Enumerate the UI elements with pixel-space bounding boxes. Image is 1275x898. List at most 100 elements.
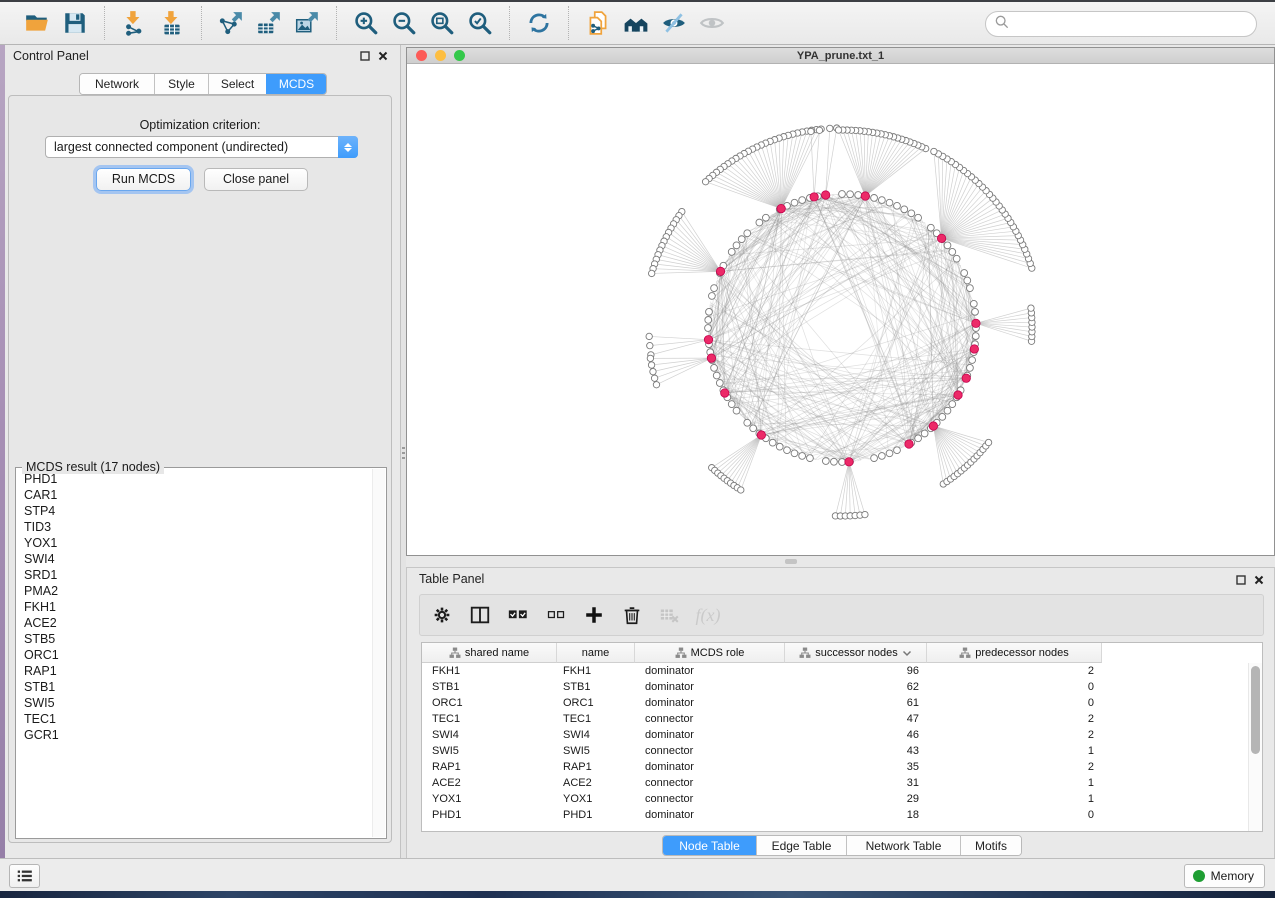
export-image-icon[interactable]: [288, 5, 326, 41]
table-row[interactable]: ORC1ORC1dominator610: [422, 695, 1248, 711]
new-network-from-selection-icon[interactable]: [579, 5, 617, 41]
table-tabs: Node TableEdge TableNetwork TableMotifs: [662, 835, 1022, 856]
tab-node-table[interactable]: Node Table: [663, 836, 756, 855]
tab-edge-table[interactable]: Edge Table: [756, 836, 846, 855]
table-row[interactable]: FKH1FKH1dominator962: [422, 663, 1248, 679]
column-header-shared-name[interactable]: shared name: [422, 643, 557, 663]
mcds-result-item[interactable]: TEC1: [17, 711, 372, 727]
mcds-result-item[interactable]: GCR1: [17, 727, 372, 743]
cell-predecessor-nodes: 0: [927, 695, 1102, 711]
tab-mcds[interactable]: MCDS: [266, 74, 326, 94]
tab-network-table[interactable]: Network Table: [846, 836, 960, 855]
horizontal-splitter[interactable]: [406, 556, 1275, 567]
cell-predecessor-nodes: 1: [927, 775, 1102, 791]
mcds-result-item[interactable]: STP4: [17, 503, 372, 519]
mcds-result-item[interactable]: CAR1: [17, 487, 372, 503]
mcds-result-item[interactable]: STB1: [17, 679, 372, 695]
memory-button[interactable]: Memory: [1184, 864, 1265, 888]
maximize-window-icon[interactable]: [454, 50, 465, 61]
mcds-result-item[interactable]: FKH1: [17, 599, 372, 615]
cell-successor-nodes: 46: [785, 727, 927, 743]
zoom-selected-icon[interactable]: [461, 5, 499, 41]
column-view-icon[interactable]: [466, 601, 494, 629]
column-header-predecessor-nodes[interactable]: predecessor nodes: [927, 643, 1102, 663]
first-neighbors-icon[interactable]: [617, 5, 655, 41]
column-header-MCDS-role[interactable]: MCDS role: [635, 643, 785, 663]
float-panel-icon[interactable]: [1234, 573, 1248, 587]
export-table-icon[interactable]: [250, 5, 288, 41]
cell-predecessor-nodes: 0: [927, 807, 1102, 823]
mcds-result-item[interactable]: SWI4: [17, 551, 372, 567]
cell-shared-name: SWI4: [422, 727, 557, 743]
hide-selected-icon[interactable]: [655, 5, 693, 41]
mcds-result-item[interactable]: STB5: [17, 631, 372, 647]
cell-successor-nodes: 31: [785, 775, 927, 791]
tab-motifs[interactable]: Motifs: [960, 836, 1021, 855]
open-session-folder-icon[interactable]: [18, 5, 56, 41]
table-row[interactable]: RAP1RAP1dominator352: [422, 759, 1248, 775]
optimization-criterion-select[interactable]: largest connected component (undirected): [45, 136, 358, 158]
mcds-result-item[interactable]: YOX1: [17, 535, 372, 551]
mcds-result-item[interactable]: PMA2: [17, 583, 372, 599]
cell-MCDS-role: dominator: [635, 663, 785, 679]
close-panel-button[interactable]: Close panel: [204, 168, 308, 191]
zoom-in-icon[interactable]: [347, 5, 385, 41]
mcds-buttons-row: Run MCDS Close panel: [9, 168, 391, 192]
cell-name: ACE2: [557, 775, 635, 791]
column-header-name[interactable]: name: [557, 643, 635, 663]
table-row[interactable]: SWI4SWI4dominator462: [422, 727, 1248, 743]
network-window-titlebar[interactable]: YPA_prune.txt_1: [407, 48, 1274, 64]
save-session-floppy-icon[interactable]: [56, 5, 94, 41]
tab-network[interactable]: Network: [80, 74, 154, 94]
close-window-icon[interactable]: [416, 50, 427, 61]
export-network-icon[interactable]: [212, 5, 250, 41]
cell-MCDS-role: connector: [635, 775, 785, 791]
search-input[interactable]: [1010, 14, 1256, 34]
cell-MCDS-role: dominator: [635, 679, 785, 695]
task-history-button[interactable]: [9, 864, 40, 888]
network-view[interactable]: [407, 64, 1274, 555]
search-icon: [994, 14, 1010, 35]
mcds-result-item[interactable]: SWI5: [17, 695, 372, 711]
cell-successor-nodes: 29: [785, 791, 927, 807]
search-box[interactable]: [985, 11, 1257, 37]
import-table-icon[interactable]: [153, 5, 191, 41]
mcds-result-item[interactable]: TID3: [17, 519, 372, 535]
mcds-result-item[interactable]: SRD1: [17, 567, 372, 583]
zoom-out-icon[interactable]: [385, 5, 423, 41]
mcds-result-scrollbar[interactable]: [372, 469, 385, 837]
mcds-result-item[interactable]: RAP1: [17, 663, 372, 679]
tab-style[interactable]: Style: [154, 74, 208, 94]
table-row[interactable]: YOX1YOX1connector291: [422, 791, 1248, 807]
tab-select[interactable]: Select: [208, 74, 266, 94]
control-panel: Control Panel NetworkStyleSelectMCDS Opt…: [5, 45, 401, 858]
table-scrollbar[interactable]: [1248, 663, 1262, 831]
settings-gear-icon[interactable]: [428, 601, 456, 629]
table-row[interactable]: TEC1TEC1connector472: [422, 711, 1248, 727]
import-network-icon[interactable]: [115, 5, 153, 41]
mcds-result-item[interactable]: ORC1: [17, 647, 372, 663]
run-mcds-button[interactable]: Run MCDS: [96, 168, 191, 191]
select-all-icon[interactable]: [504, 601, 532, 629]
close-panel-icon[interactable]: [1252, 573, 1266, 587]
minimize-window-icon[interactable]: [435, 50, 446, 61]
close-panel-icon[interactable]: [376, 49, 390, 63]
table-row[interactable]: STB1STB1dominator620: [422, 679, 1248, 695]
mcds-result-item[interactable]: PHD1: [17, 471, 372, 487]
table-row[interactable]: PHD1PHD1dominator180: [422, 807, 1248, 823]
refresh-layout-icon[interactable]: [520, 5, 558, 41]
window-controls: [416, 50, 465, 61]
cell-name: PHD1: [557, 807, 635, 823]
column-header-successor-nodes[interactable]: successor nodes: [785, 643, 927, 663]
table-row[interactable]: ACE2ACE2connector311: [422, 775, 1248, 791]
scrollbar-thumb[interactable]: [1251, 666, 1260, 754]
show-all-icon[interactable]: [693, 5, 731, 41]
add-row-icon[interactable]: [580, 601, 608, 629]
float-panel-icon[interactable]: [358, 49, 372, 63]
deselect-all-icon[interactable]: [542, 601, 570, 629]
zoom-fit-icon[interactable]: [423, 5, 461, 41]
mcds-result-item[interactable]: ACE2: [17, 615, 372, 631]
delete-row-icon[interactable]: [618, 601, 646, 629]
table-row[interactable]: SWI5SWI5connector431: [422, 743, 1248, 759]
cell-successor-nodes: 35: [785, 759, 927, 775]
